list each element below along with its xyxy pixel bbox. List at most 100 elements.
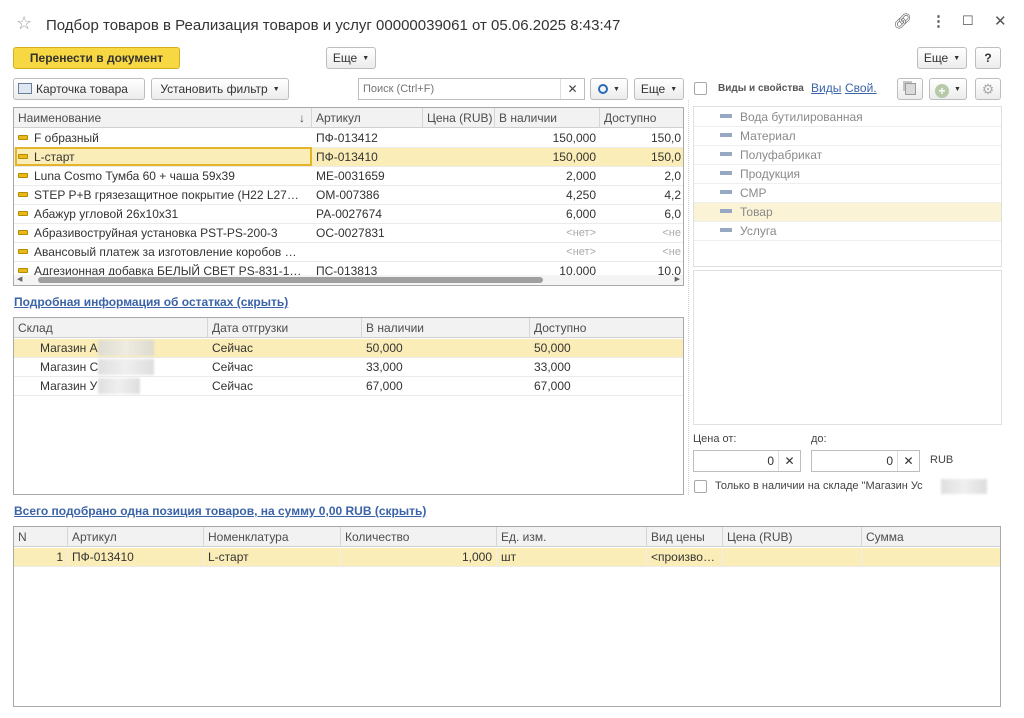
property-kind-icon bbox=[720, 190, 732, 194]
cell-date: Сейчас bbox=[212, 341, 253, 355]
copy-button[interactable] bbox=[897, 78, 923, 100]
cell-stock: 33,000 bbox=[366, 360, 403, 374]
col-name[interactable]: Наименование ↓ bbox=[14, 108, 312, 128]
price-from-field[interactable]: 0 ✕ bbox=[693, 450, 801, 472]
table-row[interactable]: Абажур угловой 26x10x31 РА-0027674 6,000 6,… bbox=[14, 205, 683, 224]
col-sum[interactable]: Сумма bbox=[862, 527, 1000, 547]
col-sku[interactable]: Артикул bbox=[312, 108, 423, 128]
col-stock[interactable]: В наличии bbox=[495, 108, 600, 128]
cell-avail: 50,000 bbox=[534, 341, 571, 355]
col-n[interactable]: N bbox=[14, 527, 68, 547]
search-input[interactable] bbox=[359, 79, 554, 99]
more-button-right[interactable]: Еще ▼ bbox=[917, 47, 967, 69]
cell-price bbox=[423, 224, 495, 242]
transfer-to-document-button[interactable]: Перенести в документ bbox=[13, 47, 180, 69]
settings-button[interactable]: ⚙ bbox=[975, 78, 1001, 100]
cell-name: Luna Cosmo Тумба 60 + чаша 59x39 bbox=[14, 167, 312, 185]
price-to-field[interactable]: 0 ✕ bbox=[811, 450, 920, 472]
cell-stock: 50,000 bbox=[366, 341, 403, 355]
more-vertical-icon[interactable]: ⋮ bbox=[931, 12, 946, 30]
only-in-stock-checkbox[interactable] bbox=[694, 480, 707, 493]
col-available[interactable]: Доступно bbox=[530, 318, 683, 338]
col-store[interactable]: Склад bbox=[14, 318, 208, 338]
product-card-button[interactable]: Карточка товара bbox=[13, 78, 145, 100]
more-button-list[interactable]: Еще ▼ bbox=[634, 78, 684, 100]
cell-price_kind: <произво… bbox=[647, 548, 723, 566]
cell-avail: 150,0 bbox=[650, 150, 681, 164]
cell-unit: шт bbox=[497, 548, 647, 566]
price-to-label: до: bbox=[811, 433, 827, 445]
cell-stock: 6,000 bbox=[565, 207, 596, 221]
clear-price-to-icon[interactable]: ✕ bbox=[897, 451, 919, 471]
more-button-top[interactable]: Еще ▼ bbox=[326, 47, 376, 69]
col-quantity[interactable]: Количество bbox=[341, 527, 497, 547]
set-filter-button[interactable]: Установить фильтр ▼ bbox=[151, 78, 289, 100]
goods-table[interactable]: Наименование ↓ Артикул Цена (RUB) В налич… bbox=[13, 107, 684, 286]
kinds-properties-label: Виды и свойства bbox=[718, 83, 804, 94]
price-to-value[interactable]: 0 bbox=[886, 454, 893, 468]
redacted-store-a bbox=[98, 340, 154, 356]
horizontal-scrollbar[interactable]: ◀ ▶ bbox=[14, 275, 683, 285]
stock-details-header: Склад Дата отгрузки В наличии Доступно bbox=[14, 318, 683, 338]
property-kind-item[interactable]: Полуфабрикат bbox=[720, 146, 822, 165]
cell-price bbox=[423, 205, 495, 223]
col-nomenclature[interactable]: Номенклатура bbox=[204, 527, 341, 547]
property-kind-item[interactable]: Услуга bbox=[720, 222, 777, 241]
cell-price bbox=[423, 148, 495, 166]
cell-qty: 1,000 bbox=[341, 548, 497, 566]
cell-stock: 67,000 bbox=[366, 379, 403, 393]
search-button[interactable]: ▼ bbox=[590, 78, 628, 100]
clear-price-from-icon[interactable]: ✕ bbox=[778, 451, 800, 471]
item-name: Абажур угловой 26x10x31 bbox=[34, 207, 179, 221]
cell-stock: <нет> bbox=[566, 227, 596, 239]
scroll-right-icon[interactable]: ▶ bbox=[675, 275, 680, 285]
link-icon[interactable]: 🔗︎ bbox=[893, 12, 912, 30]
selected-row[interactable]: 1 ПФ-013410 L-старт 1,000 шт <произво… bbox=[14, 548, 1000, 567]
kinds-properties-checkbox[interactable] bbox=[694, 82, 707, 95]
property-kind-item[interactable]: Материал bbox=[720, 127, 796, 146]
table-row[interactable]: Абразивоструйная установка PST-PS-200-3 О… bbox=[14, 224, 683, 243]
property-kind-icon bbox=[720, 133, 732, 137]
col-ship-date[interactable]: Дата отгрузки bbox=[208, 318, 362, 338]
col-price-kind[interactable]: Вид цены bbox=[647, 527, 723, 547]
property-kind-item[interactable]: Товар bbox=[720, 203, 773, 222]
add-property-button[interactable]: + ▼ bbox=[929, 78, 967, 100]
cell-avail: 6,0 bbox=[664, 207, 681, 221]
properties-values-panel[interactable] bbox=[693, 270, 1002, 425]
table-row[interactable]: Авансовый платеж за изготовление коробов… bbox=[14, 243, 683, 262]
table-row[interactable]: F образный ПФ-013412 150,000 150,0 bbox=[14, 129, 683, 148]
col-sku[interactable]: Артикул bbox=[68, 527, 204, 547]
property-kind-label: Вода бутилированная bbox=[740, 110, 863, 124]
table-row[interactable]: Luna Cosmo Тумба 60 + чаша 59x39 МЕ-00316… bbox=[14, 167, 683, 186]
item-icon bbox=[18, 211, 28, 216]
stock-details-toggle-link[interactable]: Подробная информация об остатках (скрыть… bbox=[14, 295, 288, 309]
property-kind-item[interactable]: Продукция bbox=[720, 165, 800, 184]
col-price[interactable]: Цена (RUB) bbox=[423, 108, 495, 128]
col-price[interactable]: Цена (RUB) bbox=[723, 527, 862, 547]
selected-items-table[interactable]: N Артикул Номенклатура Количество Ед. из… bbox=[13, 526, 1001, 707]
clear-search-icon[interactable]: ✕ bbox=[560, 79, 584, 99]
property-kind-icon bbox=[720, 152, 732, 156]
scroll-left-icon[interactable]: ◀ bbox=[17, 275, 22, 285]
help-button[interactable]: ? bbox=[975, 47, 1001, 69]
close-icon[interactable]: ✕ bbox=[994, 12, 1007, 30]
property-kind-item[interactable]: Вода бутилированная bbox=[720, 108, 863, 127]
property-kind-item[interactable]: СМР bbox=[720, 184, 767, 203]
scrollbar-thumb[interactable] bbox=[38, 277, 543, 283]
item-icon bbox=[18, 268, 28, 273]
selected-summary-link[interactable]: Всего подобрано одна позиция товаров, на… bbox=[14, 504, 426, 518]
col-unit[interactable]: Ед. изм. bbox=[497, 527, 647, 547]
cell-price bbox=[423, 186, 495, 204]
table-row[interactable]: L-старт ПФ-013410 150,000 150,0 bbox=[14, 147, 683, 167]
maximize-icon[interactable]: ☐ bbox=[962, 13, 974, 29]
col-in-stock[interactable]: В наличии bbox=[362, 318, 530, 338]
properties-link[interactable]: Свой. bbox=[845, 81, 877, 95]
cell-stock: <нет> bbox=[566, 246, 596, 258]
favorite-star-icon[interactable]: ☆ bbox=[16, 13, 32, 34]
kinds-link[interactable]: Виды bbox=[811, 81, 841, 95]
col-available[interactable]: Доступно bbox=[600, 108, 683, 128]
search-field[interactable]: ✕ bbox=[358, 78, 585, 100]
cell-sku: ОС-0027831 bbox=[316, 226, 385, 240]
price-from-value[interactable]: 0 bbox=[767, 454, 774, 468]
table-row[interactable]: STEP P+B грязезащитное покрытие (H22 L27… bbox=[14, 186, 683, 205]
